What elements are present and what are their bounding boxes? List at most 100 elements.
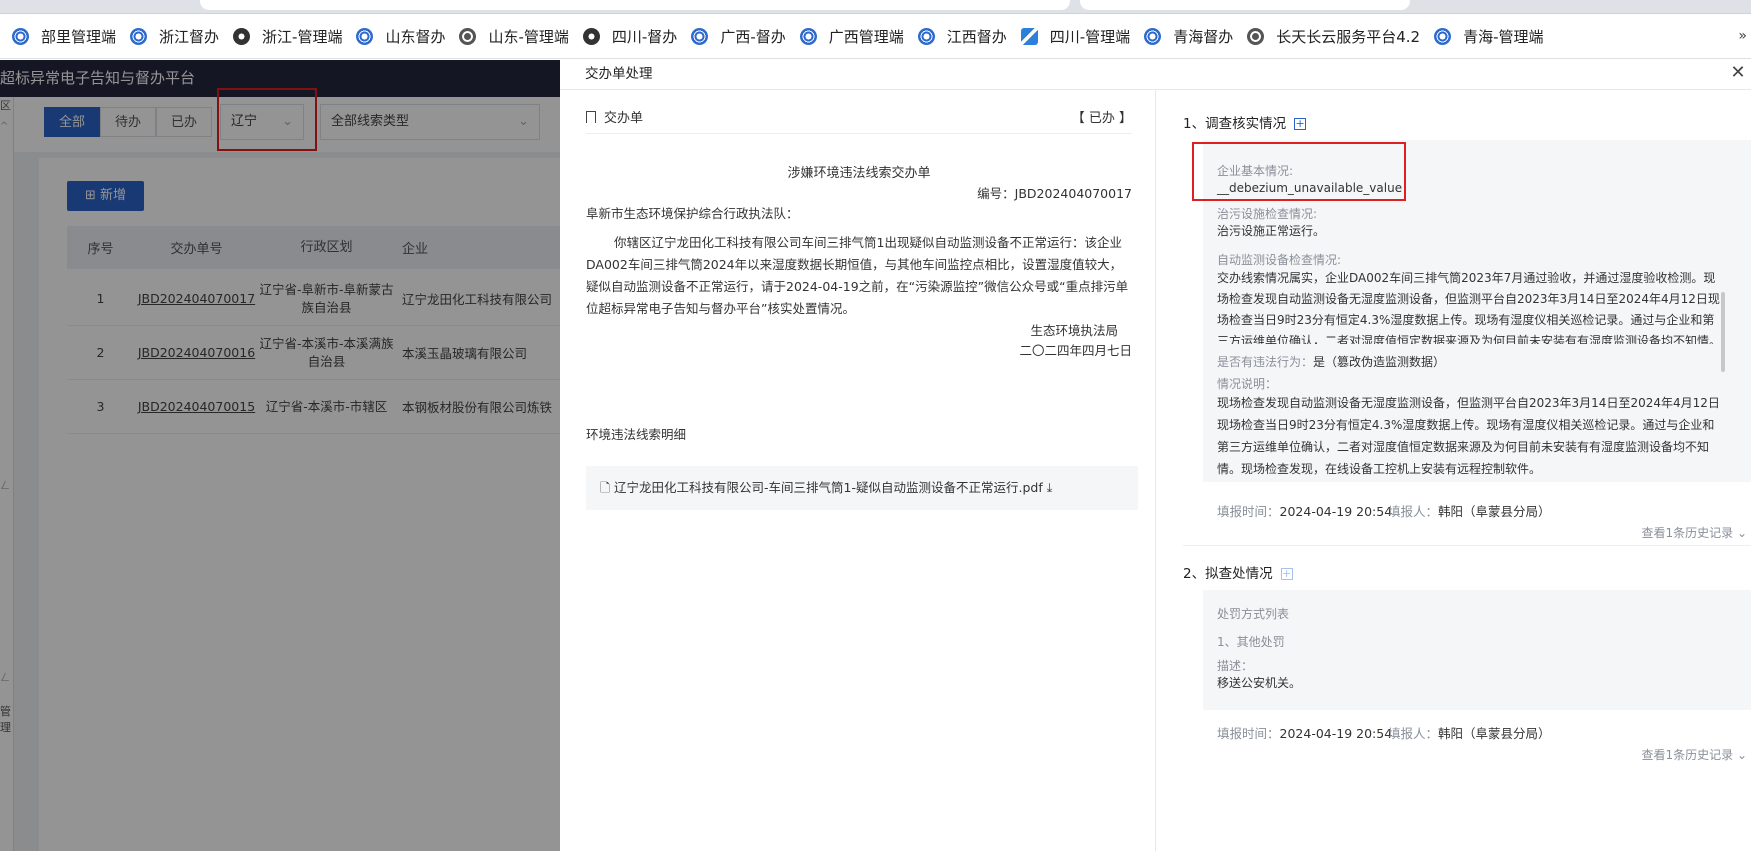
filler: 填报人：韩阳（阜蒙县分局） — [1388, 726, 1551, 741]
gov-emblem-icon — [356, 27, 374, 45]
processing-pane: 1、调查核实情况 + 企业基本情况: __debezium_unavailable… — [1157, 90, 1751, 851]
desc-value: 移送公安机关。 — [1217, 676, 1302, 690]
status-badge: 【 已办 】 — [1071, 111, 1132, 126]
fill-time-value: 2024-04-19 20:54 — [1279, 504, 1393, 519]
document-date: 二〇二四年四月七日 — [1019, 343, 1132, 358]
violation-value: 是（篡改伪造监测数据） — [1313, 355, 1446, 369]
basic-info-value: __debezium_unavailable_value — [1217, 181, 1403, 195]
document-header: 交办单 【 已办 】 — [586, 104, 1132, 134]
document-number: 编号：JBD202404070017 — [977, 186, 1132, 201]
explain-value: 现场检查发现自动监测设备无湿度监测设备，但监测平台自2023年3月14日至202… — [1217, 396, 1720, 476]
bookmark-label: 浙江督办 — [159, 27, 220, 46]
scrollbar-thumb[interactable] — [1721, 292, 1725, 372]
browser-toolbar — [0, 0, 1751, 14]
facility-label: 治污设施检查情况: — [1217, 207, 1318, 221]
bookmark-item[interactable]: 山东-管理端 — [457, 21, 580, 51]
bookmark-label: 四川-督办 — [611, 27, 678, 46]
survey-section-title: 1、调查核实情况 — [1183, 116, 1287, 132]
modal-overlay[interactable] — [0, 60, 560, 851]
bookmarks-more-button[interactable]: » — [1738, 28, 1747, 44]
close-icon[interactable]: ✕ — [1727, 62, 1749, 83]
bookmark-item[interactable]: 山东督办 — [354, 21, 457, 51]
penalty-list-label: 处罚方式列表 — [1217, 607, 1290, 621]
survey-section: 1、调查核实情况 + — [1183, 112, 1307, 132]
proposal-section-title: 2、拟查处情况 — [1183, 566, 1273, 582]
fill-time: 填报时间：2024-04-19 20:54 — [1217, 504, 1393, 519]
history-link[interactable]: 查看1条历史记录 ⌄ — [1641, 524, 1747, 541]
bookmark-item[interactable]: 江西督办 — [916, 21, 1019, 51]
bookmark-label: 山东督办 — [385, 27, 446, 46]
expand-icon[interactable]: + — [1280, 568, 1293, 580]
bookmark-item[interactable]: 四川-督办 — [581, 21, 689, 51]
document-title: 涉嫌环境违法线索交办单 — [787, 166, 931, 181]
desc-label: 描述： — [1217, 659, 1254, 673]
violation-label: 是否有违法行为：是（篡改伪造监测数据） — [1217, 355, 1446, 369]
detail-section-title: 环境违法线索明细 — [586, 427, 687, 442]
bookmark-label: 长天长云服务平台4.2 — [1276, 27, 1421, 46]
dark-emblem-icon — [233, 27, 251, 45]
download-icon[interactable]: ⤓ — [1043, 480, 1053, 495]
facility-value: 治污设施正常运行。 — [1217, 224, 1326, 238]
bookmark-item[interactable]: 广西-督办 — [689, 21, 797, 51]
bookmark-label: 山东-管理端 — [488, 27, 569, 46]
monitor-scroll-area[interactable]: 交办线索情况属实，企业DA002车间三排气筒2023年7月通过验收，并通过湿度验… — [1217, 268, 1725, 344]
bookmark-item[interactable]: 浙江督办 — [128, 21, 231, 51]
explain-label: 情况说明： — [1217, 377, 1278, 391]
bookmark-label: 青海督办 — [1173, 27, 1234, 46]
gov-emblem-icon — [799, 27, 817, 45]
gov-emblem-icon — [1144, 27, 1162, 45]
bookmark-label: 四川-管理端 — [1049, 27, 1131, 46]
gov-emblem-icon — [12, 27, 29, 45]
drawer-title: 交办单处理 — [560, 60, 1751, 90]
penalty-item: 1、其他处罚 — [1217, 635, 1285, 649]
gov-emblem-icon — [917, 27, 935, 45]
bookmark-label: 江西督办 — [946, 27, 1007, 46]
basic-info-label: 企业基本情况: — [1217, 164, 1294, 178]
attachment-item[interactable]: 🗋 辽宁龙田化工科技有限公司-车间三排气筒1-疑似自动监测设备不正常运行.pdf… — [586, 466, 1138, 510]
globe-icon — [1247, 27, 1265, 45]
bookmark-label: 广西管理端 — [828, 27, 904, 46]
order-drawer: 交办单处理 ✕ 交办单 【 已办 】 涉嫌环境违法线索交办单 编号：JBD202… — [560, 60, 1751, 851]
bookmark-item[interactable]: 浙江-管理端 — [231, 21, 354, 51]
bookmark-item[interactable]: 部里管理端 — [10, 21, 128, 51]
filler-value: 韩阳（阜蒙县分局） — [1438, 726, 1551, 741]
monitor-value: 交办线索情况属实，企业DA002车间三排气筒2023年7月通过验收，并通过湿度验… — [1217, 271, 1722, 344]
bookmark-label: 浙江-管理端 — [262, 27, 343, 46]
bookmark-item[interactable]: 广西管理端 — [798, 21, 916, 51]
gov-emblem-icon — [1434, 27, 1452, 45]
bookmark-icon — [586, 111, 596, 123]
document-signer: 生态环境执法局 — [1030, 323, 1118, 338]
search-box[interactable] — [1080, 0, 1410, 10]
feather-icon — [1020, 27, 1038, 45]
fill-time: 填报时间：2024-04-19 20:54 — [1217, 726, 1393, 741]
bookmarks-bar: 部里管理端 浙江督办 浙江-管理端 山东督办 山东-管理端 四川-督办 广西-督办 广西管理端… — [0, 14, 1751, 59]
bookmark-item[interactable]: 长天长云服务平台4.2 — [1245, 21, 1432, 51]
chevron-double-down-icon: ⌄ — [1733, 748, 1747, 762]
file-icon: 🗋 — [600, 480, 615, 495]
globe-icon — [459, 27, 477, 45]
bookmark-label: 广西-督办 — [720, 27, 786, 46]
section-divider — [1183, 545, 1751, 546]
attachment-filename: 辽宁龙田化工科技有限公司-车间三排气筒1-疑似自动监测设备不正常运行.pdf — [614, 480, 1043, 495]
history-link[interactable]: 查看1条历史记录 ⌄ — [1641, 746, 1747, 763]
proposal-section: 2、拟查处情况 + — [1183, 562, 1293, 582]
bookmark-item[interactable]: 青海-管理端 — [1432, 21, 1555, 51]
chevron-double-down-icon: ⌄ — [1733, 526, 1747, 540]
monitor-label: 自动监测设备检查情况: — [1217, 253, 1342, 267]
gov-emblem-icon — [130, 27, 148, 45]
gov-emblem-icon — [691, 27, 709, 45]
filler-value: 韩阳（阜蒙县分局） — [1438, 504, 1551, 519]
order-document-pane: 交办单 【 已办 】 涉嫌环境违法线索交办单 编号：JBD20240407001… — [560, 90, 1156, 851]
document-header-label: 交办单 — [604, 111, 644, 126]
expand-icon[interactable]: + — [1294, 118, 1307, 130]
fill-time-value: 2024-04-19 20:54 — [1279, 726, 1393, 741]
dark-emblem-icon — [582, 27, 600, 45]
document-body: 你辖区辽宁龙田化工科技有限公司车间三排气筒1出现疑似自动监测设备不正常运行：该企… — [586, 235, 1129, 316]
document-addressee: 阜新市生态环境保护综合行政执法队： — [586, 206, 799, 221]
bookmark-item[interactable]: 青海督办 — [1142, 21, 1245, 51]
bookmark-label: 青海-管理端 — [1463, 27, 1544, 46]
address-bar[interactable] — [200, 0, 1070, 10]
bookmark-item[interactable]: 四川-管理端 — [1019, 21, 1142, 51]
bookmark-label: 部里管理端 — [41, 27, 117, 46]
filler: 填报人：韩阳（阜蒙县分局） — [1388, 504, 1551, 519]
